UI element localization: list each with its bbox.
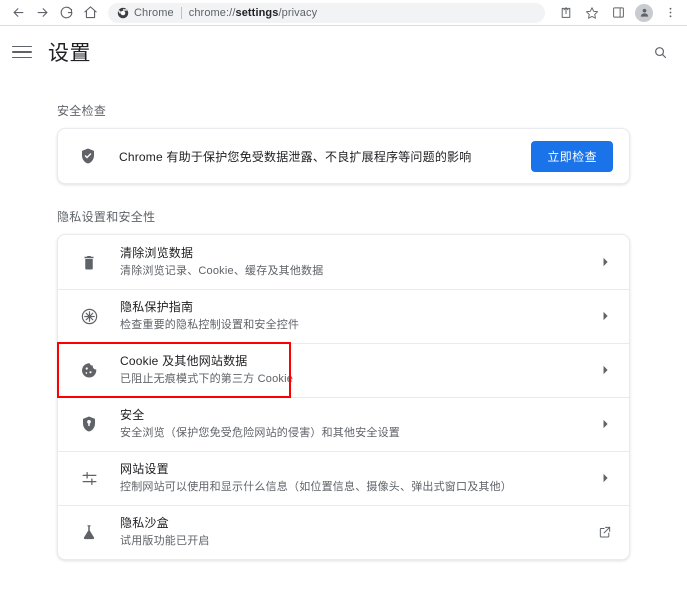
privacy-row-subtitle: 控制网站可以使用和显示什么信息（如位置信息、摄像头、弹出式窗口及其他） [120,481,512,493]
omnibox-chip-label: Chrome [134,6,174,19]
hamburger-line [12,51,32,53]
privacy-row[interactable]: 清除浏览数据清除浏览记录、Cookie、缓存及其他数据 [58,235,629,289]
privacy-guide-icon [79,306,99,326]
main-menu-icon[interactable] [12,42,32,62]
privacy-row-texts: 隐私保护指南检查重要的隐私控制设置和安全控件 [120,299,597,333]
privacy-row-texts: 网站设置控制网站可以使用和显示什么信息（如位置信息、摄像头、弹出式窗口及其他） [120,461,597,495]
privacy-row-subtitle: 已阻止无痕模式下的第三方 Cookie [120,373,294,385]
privacy-row-title: 安全 [120,408,145,422]
hamburger-line [12,45,32,48]
omnibox-url[interactable]: chrome://settings/privacy [189,7,317,19]
bookmark-star-icon[interactable] [579,1,605,25]
chevron-right-icon[interactable] [597,362,613,378]
privacy-row-texts: Cookie 及其他网站数据已阻止无痕模式下的第三方 Cookie [120,353,597,387]
home-button[interactable] [78,1,102,25]
forward-button[interactable] [30,1,54,25]
tune-icon [79,468,99,488]
avatar [635,3,653,22]
chrome-menu-icon[interactable] [657,1,683,25]
chrome-logo-icon [117,7,129,19]
cookie-icon [79,360,99,380]
browser-toolbar: Chrome chrome://settings/privacy [0,0,687,26]
privacy-row-title: 网站设置 [120,462,169,476]
privacy-row-subtitle: 试用版功能已开启 [120,535,210,547]
trash-icon [79,252,99,272]
shield-icon [79,414,99,434]
reload-button[interactable] [54,1,78,25]
side-panel-icon[interactable] [605,1,631,25]
url-prefix: chrome:// [188,6,236,19]
privacy-row[interactable]: Cookie 及其他网站数据已阻止无痕模式下的第三方 Cookie [58,343,629,397]
flask-icon [79,522,99,542]
privacy-section-title: 隐私设置和安全性 [57,210,156,224]
safety-check-section: 安全检查 Chrome 有助于保护您免受数据泄露、不良扩展程序等问题的影响 立即… [0,102,687,184]
chevron-right-icon[interactable] [597,470,613,486]
privacy-row-title: 隐私保护指南 [120,300,194,314]
check-now-button[interactable]: 立即检查 [531,140,613,172]
url-suffix: /privacy [278,6,318,19]
share-icon[interactable] [553,1,579,25]
privacy-row[interactable]: 安全安全浏览（保护您免受危险网站的侵害）和其他安全设置 [58,397,629,451]
hamburger-line [12,56,32,59]
page-title: 设置 [48,42,91,65]
open-in-new-icon[interactable] [597,524,613,540]
privacy-row[interactable]: 隐私保护指南检查重要的隐私控制设置和安全控件 [58,289,629,343]
settings-header: 设置 [0,26,687,78]
privacy-row-title: Cookie 及其他网站数据 [120,354,248,368]
safety-check-description: Chrome 有助于保护您免受数据泄露、不良扩展程序等问题的影响 [119,149,472,164]
privacy-row-title: 清除浏览数据 [120,246,194,260]
browser-action-icons [553,1,687,25]
omnibox-separator [180,6,182,19]
chevron-right-icon[interactable] [597,308,613,324]
profile-avatar[interactable] [631,1,657,25]
privacy-card: 清除浏览数据清除浏览记录、Cookie、缓存及其他数据 隐私保护指南检查重要的隐私… [57,234,630,560]
safety-check-section-title: 安全检查 [57,104,107,118]
privacy-row[interactable]: 网站设置控制网站可以使用和显示什么信息（如位置信息、摄像头、弹出式窗口及其他） [58,451,629,505]
privacy-row-texts: 清除浏览数据清除浏览记录、Cookie、缓存及其他数据 [120,245,597,279]
back-button[interactable] [6,1,30,25]
chevron-right-icon[interactable] [597,416,613,432]
address-bar[interactable]: Chrome chrome://settings/privacy [108,2,545,23]
search-icon[interactable] [645,37,675,67]
privacy-row-subtitle: 检查重要的隐私控制设置和安全控件 [120,319,300,331]
settings-content: 安全检查 Chrome 有助于保护您免受数据泄露、不良扩展程序等问题的影响 立即… [0,78,687,592]
privacy-row-subtitle: 安全浏览（保护您免受危险网站的侵害）和其他安全设置 [120,427,400,439]
safety-check-row: Chrome 有助于保护您免受数据泄露、不良扩展程序等问题的影响 立即检查 [58,129,629,183]
url-bold-segment: settings [235,6,279,19]
privacy-row-texts: 隐私沙盒试用版功能已开启 [120,515,597,549]
safety-check-card: Chrome 有助于保护您免受数据泄露、不良扩展程序等问题的影响 立即检查 [57,128,630,184]
privacy-row[interactable]: 隐私沙盒试用版功能已开启 [58,505,629,559]
shield-check-icon [79,147,97,165]
privacy-row-subtitle: 清除浏览记录、Cookie、缓存及其他数据 [120,265,324,277]
chevron-right-icon[interactable] [597,254,613,270]
privacy-row-title: 隐私沙盒 [120,516,169,530]
privacy-row-texts: 安全安全浏览（保护您免受危险网站的侵害）和其他安全设置 [120,407,597,441]
privacy-section: 隐私设置和安全性 清除浏览数据 清除浏览记录、Cookie、缓存及其他数据 隐私保护… [0,208,687,560]
